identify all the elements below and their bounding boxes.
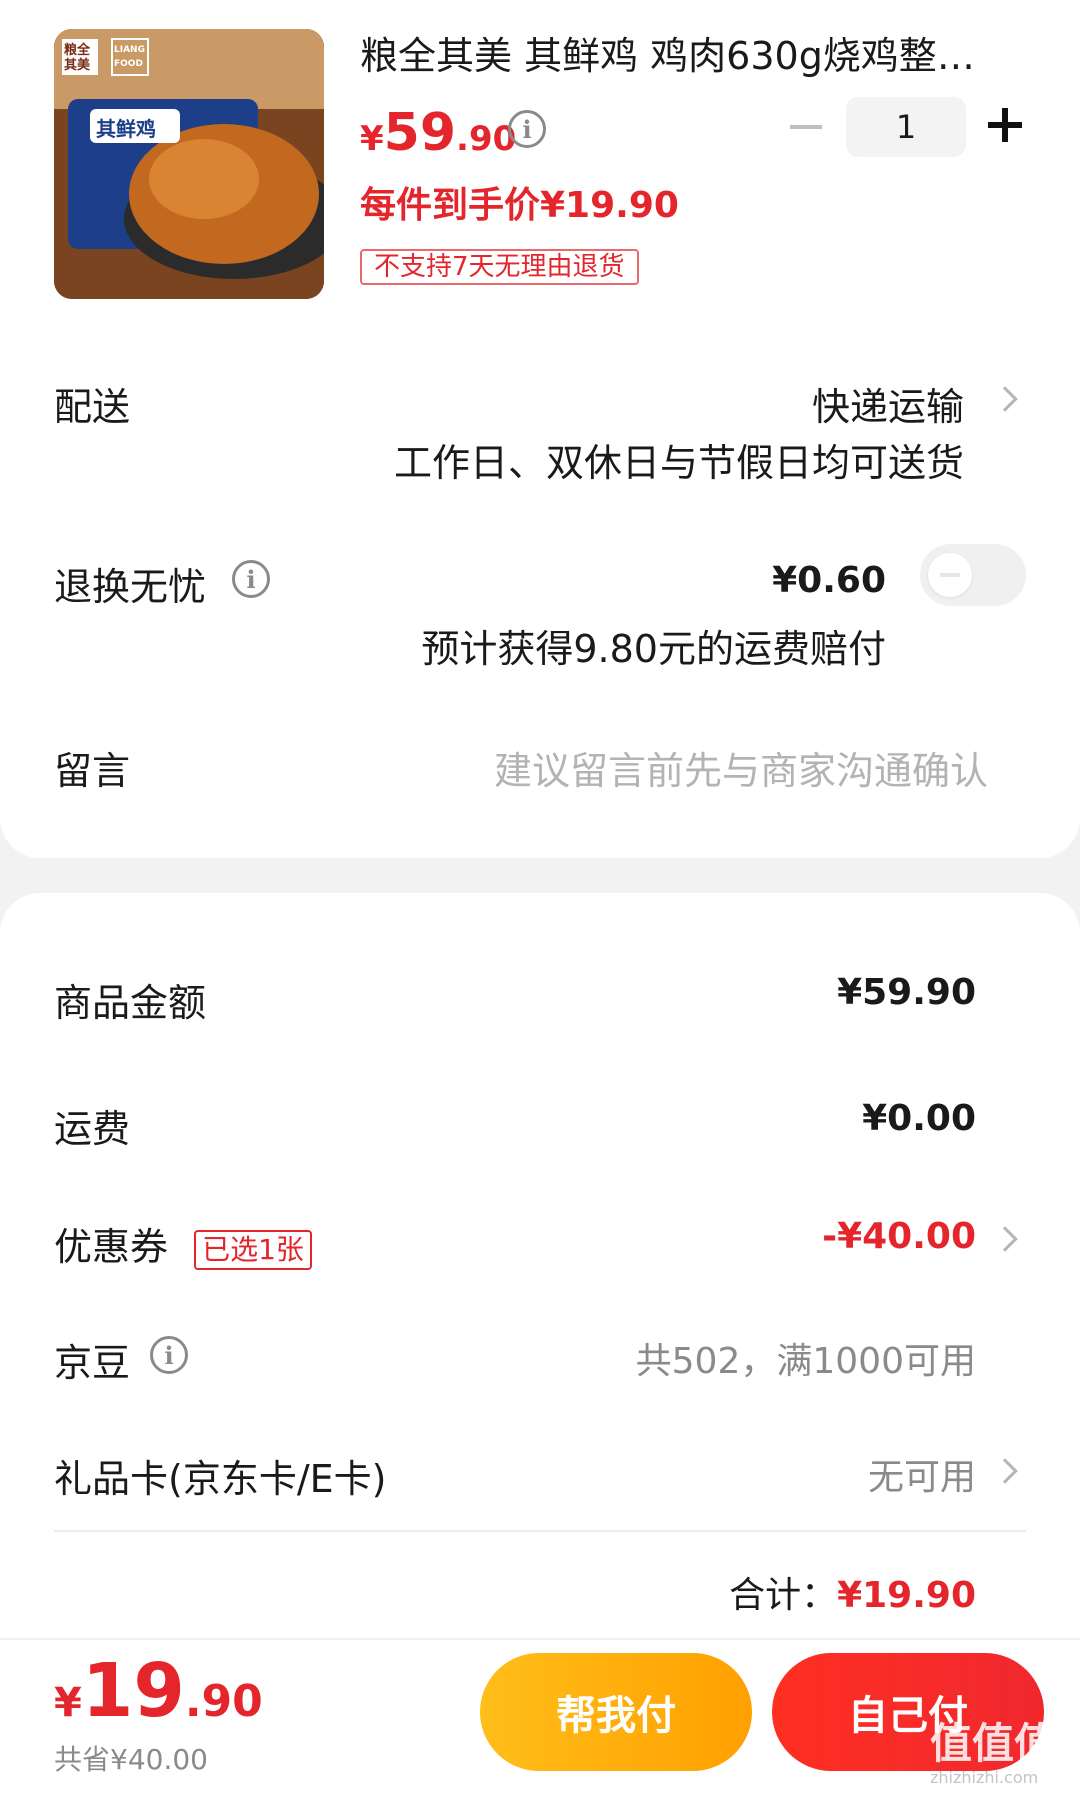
return-insurance-toggle[interactable] bbox=[920, 544, 1026, 606]
price-info-icon[interactable]: i bbox=[508, 110, 546, 148]
price-currency: ¥ bbox=[360, 119, 384, 159]
coupon-selected-tag: 已选1张 bbox=[194, 1229, 312, 1270]
footer-saved: 共省¥40.00 bbox=[54, 1743, 208, 1776]
watermark-site: zhizhizhi.com bbox=[930, 1768, 1039, 1787]
product-image[interactable]: 粮全其美 LIANG FOOD 其鲜鸡 bbox=[54, 29, 324, 299]
price-integer: 59 bbox=[383, 103, 457, 163]
return-insurance-info-icon[interactable]: i bbox=[232, 560, 270, 598]
return-insurance-note: 预计获得9.80元的运费赔付 bbox=[421, 627, 886, 671]
toggle-knob bbox=[928, 553, 972, 597]
product-badge: 其鲜鸡 bbox=[96, 117, 156, 141]
beans-value: 共502，满1000可用 bbox=[635, 1341, 976, 1382]
goods-amount-value: ¥59.90 bbox=[837, 972, 976, 1013]
beans-info-icon[interactable]: i bbox=[150, 1336, 188, 1374]
message-input[interactable]: 建议留言前先与商家沟通确认 bbox=[494, 740, 988, 795]
return-insurance-label: 退换无忧 bbox=[54, 565, 207, 609]
giftcard-label: 礼品卡(京东卡/E卡) bbox=[54, 1457, 387, 1501]
product-price: ¥59.90 bbox=[360, 103, 516, 163]
return-insurance-price: ¥0.60 bbox=[772, 560, 886, 601]
no-return-tag: 不支持7天无理由退货 bbox=[360, 249, 639, 285]
deal-price: 每件到手价¥19.90 bbox=[360, 185, 679, 226]
brand-logo-en: LIANG FOOD bbox=[114, 45, 145, 69]
brand-logo-text: 粮全其美 bbox=[64, 43, 91, 73]
goods-amount-label: 商品金额 bbox=[54, 981, 207, 1025]
total-row: 合计：¥19.90 bbox=[729, 1566, 976, 1618]
delivery-note: 工作日、双休日与节假日均可送货 bbox=[393, 441, 964, 485]
message-label: 留言 bbox=[54, 749, 131, 793]
shipping-label: 运费 bbox=[54, 1107, 131, 1151]
quantity-decrease-button[interactable] bbox=[790, 125, 822, 129]
delivery-method[interactable]: 快递运输 bbox=[812, 376, 964, 431]
coupon-value[interactable]: -¥40.00 bbox=[822, 1216, 976, 1257]
giftcard-value[interactable]: 无可用 bbox=[868, 1448, 976, 1500]
total-label: 合计： bbox=[729, 1575, 838, 1616]
product-title[interactable]: 粮全其美 其鲜鸡 鸡肉630g烧鸡整只... bbox=[360, 30, 1010, 82]
help-me-pay-button[interactable]: 帮我付 bbox=[480, 1653, 752, 1771]
summary-divider bbox=[54, 1530, 1026, 1532]
quantity-input[interactable]: 1 bbox=[846, 97, 966, 157]
coupon-label: 优惠券 bbox=[54, 1225, 169, 1269]
price-decimal: .90 bbox=[456, 119, 517, 159]
coupon-row[interactable]: 优惠券 已选1张 bbox=[54, 1216, 312, 1271]
total-value: ¥19.90 bbox=[837, 1575, 976, 1616]
footer-amount: ¥19.90 bbox=[54, 1648, 263, 1734]
shipping-value: ¥0.00 bbox=[862, 1098, 976, 1139]
footer-currency: ¥ bbox=[54, 1680, 82, 1726]
quantity-increase-button[interactable] bbox=[988, 108, 1022, 142]
footer-amount-dec: .90 bbox=[184, 1676, 263, 1727]
watermark-logo: 值值值 bbox=[930, 1719, 1057, 1768]
beans-label: 京豆 bbox=[54, 1341, 131, 1385]
footer-amount-int: 19 bbox=[81, 1648, 185, 1734]
delivery-label: 配送 bbox=[54, 385, 131, 429]
